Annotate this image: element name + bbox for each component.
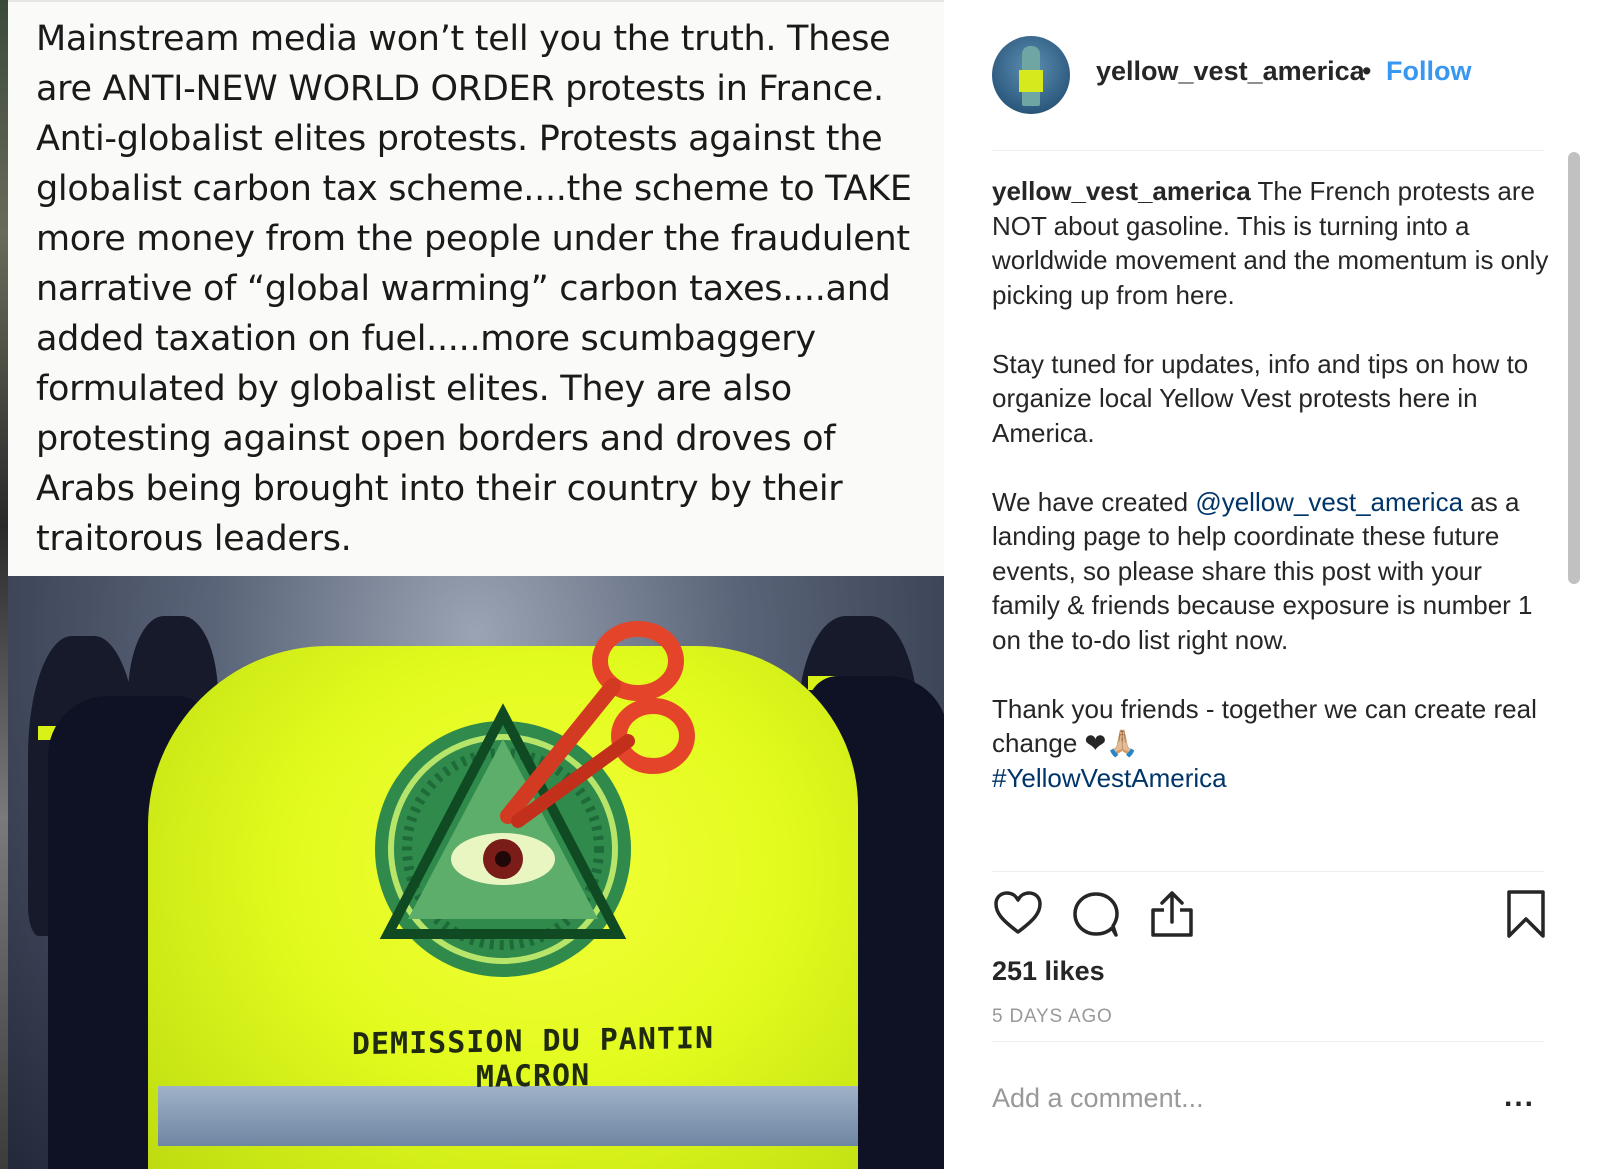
caption-username-link[interactable]: yellow_vest_america <box>992 176 1251 206</box>
caption-paragraph: yellow_vest_america The French protests … <box>992 174 1552 312</box>
caption-paragraph: Thank you friends - together we can crea… <box>992 692 1552 796</box>
comment-bubble-icon <box>1073 892 1119 937</box>
background-feed-strip <box>0 0 8 1169</box>
avatar[interactable] <box>992 36 1070 114</box>
caption-paragraph: Stay tuned for updates, info and tips on… <box>992 348 1529 448</box>
share-button[interactable] <box>1146 888 1198 940</box>
save-button[interactable] <box>1500 888 1552 940</box>
header-username-link[interactable]: yellow_vest_america <box>1096 56 1365 87</box>
comment-input[interactable] <box>992 1078 1462 1118</box>
divider <box>992 150 1544 151</box>
mention-link[interactable]: @yellow_vest_america <box>1195 487 1463 517</box>
likes-count[interactable]: 251 likes <box>992 956 1105 987</box>
caption: yellow_vest_america The French protests … <box>992 174 1552 795</box>
caption-text: We have created <box>992 486 1196 517</box>
reflective-stripe <box>158 1086 858 1146</box>
heart-icon <box>994 891 1042 934</box>
action-bar <box>992 888 1552 944</box>
divider <box>992 1041 1544 1042</box>
vest-photo: DEMISSION DU PANTIN MACRON <box>8 576 944 1169</box>
post-image[interactable]: Mainstream media won’t tell you the trut… <box>8 0 944 1169</box>
follow-button[interactable]: Follow <box>1386 56 1471 87</box>
post-timestamp: 5 DAYS AGO <box>992 1006 1113 1027</box>
like-button[interactable] <box>992 888 1044 940</box>
separator-dot: • <box>1362 56 1372 86</box>
more-options-button[interactable]: ... <box>1504 1080 1535 1114</box>
scrollbar-thumb[interactable] <box>1568 152 1580 584</box>
avatar-vest <box>1019 70 1043 92</box>
vest-slogan: DEMISSION DU PANTIN MACRON <box>351 1020 715 1095</box>
share-icon <box>1151 891 1193 937</box>
caption-paragraph: We have created @yellow_vest_america as … <box>992 485 1552 658</box>
caption-text: Thank you friends - together we can crea… <box>992 693 1537 759</box>
divider <box>992 871 1544 872</box>
comment-button[interactable] <box>1070 888 1122 940</box>
scissors-graphic <box>500 621 695 828</box>
bookmark-icon <box>1507 890 1545 938</box>
hashtag-link[interactable]: #YellowVestAmerica <box>992 763 1227 793</box>
post-sidebar: yellow_vest_america • Follow yellow_vest… <box>944 0 1600 1169</box>
post-header: yellow_vest_america • Follow <box>944 0 1600 150</box>
caption-scroll-area[interactable]: yellow_vest_america The French protests … <box>992 174 1552 870</box>
meme-text: Mainstream media won’t tell you the trut… <box>36 19 912 559</box>
meme-text-panel: Mainstream media won’t tell you the trut… <box>8 0 944 576</box>
